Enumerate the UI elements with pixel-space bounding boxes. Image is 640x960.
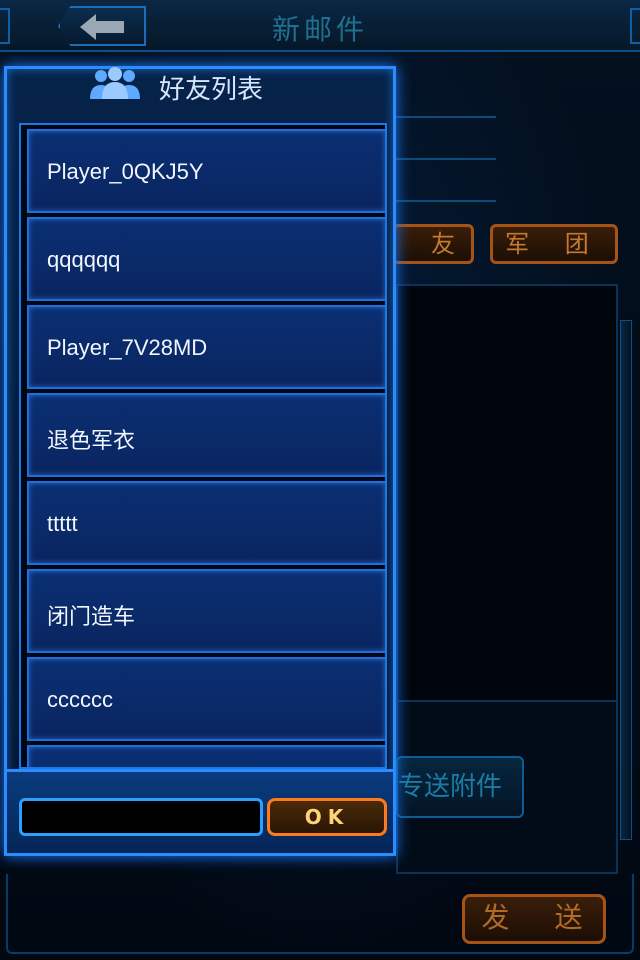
friend-name: ttttt — [47, 511, 78, 536]
scrollbar-rail — [620, 320, 632, 840]
friend-name: Player_7V28MD — [47, 335, 208, 360]
friend-name: Player_0QKJ5Y — [47, 159, 204, 184]
friend-list-item[interactable]: 闭门造车 — [27, 569, 385, 653]
friend-list-item[interactable]: cccccc — [27, 657, 385, 741]
recipient-field-line — [396, 116, 496, 118]
friend-list-item[interactable]: 退色军衣 — [27, 393, 385, 477]
send-attachment-button[interactable]: 专送附件 — [396, 756, 524, 818]
friend-name: 退色军衣 — [47, 428, 136, 453]
modal-header: 好友列表 — [7, 67, 393, 117]
top-bar: 新邮件 — [0, 0, 640, 52]
friends-icon — [87, 65, 143, 101]
send-button[interactable]: 发 送 — [462, 894, 606, 944]
friends-list[interactable]: Player_0QKJ5Y qqqqqq Player_7V28MD 退色军衣 … — [19, 123, 387, 769]
ok-button[interactable]: OK — [267, 798, 387, 836]
friend-tab-button[interactable]: 友 — [392, 224, 474, 264]
friends-list-modal: 好友列表 Player_0QKJ5Y qqqqqq Player_7V28MD … — [4, 66, 396, 856]
friend-name: cccccc — [47, 687, 113, 712]
friend-name-input[interactable] — [19, 798, 263, 836]
modal-footer: OK — [7, 769, 393, 853]
legion-tab-button[interactable]: 军 团 — [490, 224, 618, 264]
friend-name: 闭门造车 — [47, 604, 136, 629]
friend-list-item[interactable] — [27, 745, 385, 767]
field-divider-line — [396, 200, 496, 202]
friend-list-item[interactable]: ttttt — [27, 481, 385, 565]
friend-name: qqqqqq — [47, 247, 121, 272]
modal-title: 好友列表 — [159, 75, 264, 105]
friend-list-item[interactable]: qqqqqq — [27, 217, 385, 301]
subject-field-line — [396, 158, 496, 160]
friend-list-item[interactable]: Player_0QKJ5Y — [27, 129, 385, 213]
mail-body-textarea[interactable] — [396, 284, 618, 702]
friend-list-item[interactable]: Player_7V28MD — [27, 305, 385, 389]
page-title: 新邮件 — [271, 13, 368, 46]
